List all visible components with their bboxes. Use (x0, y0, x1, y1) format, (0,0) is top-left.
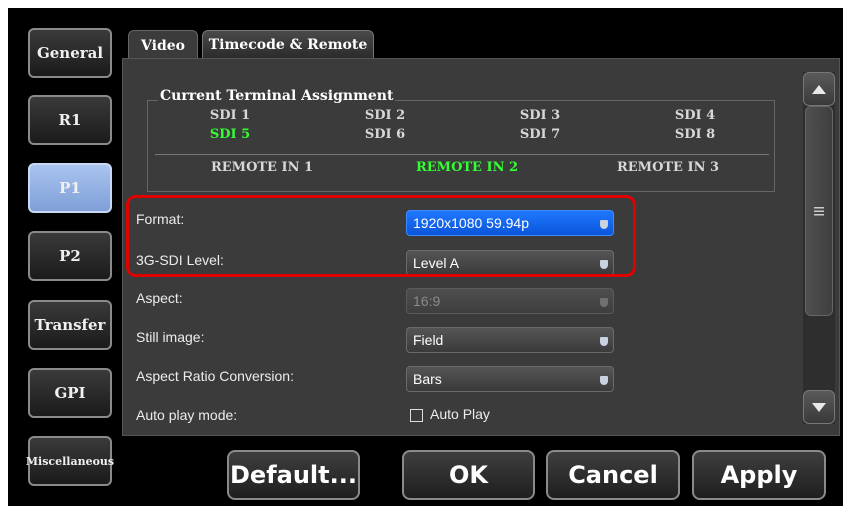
still-image-label: Still image: (136, 329, 205, 345)
dropdown-arrow-icon (600, 376, 608, 385)
remote-in-2-label: REMOTE IN 2 (415, 160, 519, 175)
still-image-dropdown[interactable]: Field (406, 327, 614, 353)
highlight-box (126, 195, 636, 277)
dropdown-arrow-icon (600, 298, 608, 307)
auto-play-checkbox[interactable] (410, 409, 423, 422)
terminal-divider (155, 154, 769, 155)
sdi-8-label: SDI 8 (674, 127, 716, 142)
ok-button[interactable]: OK (402, 450, 535, 500)
tab-video[interactable]: Video (128, 30, 198, 60)
aspect-ratio-conversion-value: Bars (413, 371, 442, 387)
cancel-button[interactable]: Cancel (546, 450, 680, 500)
aspect-value: 16:9 (413, 293, 441, 309)
auto-play-mode-label: Auto play mode: (136, 407, 238, 423)
aspect-label: Aspect: (136, 290, 183, 306)
aspect-ratio-conversion-dropdown[interactable]: Bars (406, 366, 614, 392)
terminal-assignment-legend: Current Terminal Assignment (158, 88, 396, 104)
still-image-value: Field (413, 332, 444, 348)
sidebar-item-miscellaneous[interactable]: Miscellaneous (26, 436, 114, 486)
dropdown-arrow-icon (600, 337, 608, 346)
aspect-ratio-conversion-label: Aspect Ratio Conversion: (136, 368, 294, 384)
scroll-down-button[interactable] (803, 390, 835, 424)
grip-icon (814, 207, 824, 216)
sidebar-item-gpi[interactable]: GPI (28, 368, 112, 418)
remote-in-1-label: REMOTE IN 1 (210, 160, 314, 175)
tab-timecode-remote[interactable]: Timecode & Remote (202, 30, 374, 60)
aspect-dropdown: 16:9 (406, 288, 614, 314)
sidebar-item-p1[interactable]: P1 (28, 163, 112, 213)
scroll-up-button[interactable] (803, 72, 835, 106)
sidebar-item-p2[interactable]: P2 (28, 231, 112, 281)
sidebar-item-r1[interactable]: R1 (28, 95, 112, 145)
scrollbar-thumb[interactable] (805, 106, 833, 316)
sidebar-item-transfer[interactable]: Transfer (28, 300, 112, 350)
sidebar-item-general[interactable]: General (28, 28, 112, 78)
sdi-2-label: SDI 2 (364, 108, 406, 123)
sdi-5-label: SDI 5 (209, 127, 251, 142)
remote-in-3-label: REMOTE IN 3 (616, 160, 720, 175)
sdi-1-label: SDI 1 (209, 108, 251, 123)
sdi-7-label: SDI 7 (519, 127, 561, 142)
triangle-down-icon (812, 402, 826, 412)
sdi-4-label: SDI 4 (674, 108, 716, 123)
auto-play-checkbox-label[interactable]: Auto Play (430, 406, 490, 422)
default-button[interactable]: Default... (227, 450, 360, 500)
triangle-up-icon (812, 84, 826, 94)
sdi-3-label: SDI 3 (519, 108, 561, 123)
sdi-6-label: SDI 6 (364, 127, 406, 142)
apply-button[interactable]: Apply (692, 450, 826, 500)
